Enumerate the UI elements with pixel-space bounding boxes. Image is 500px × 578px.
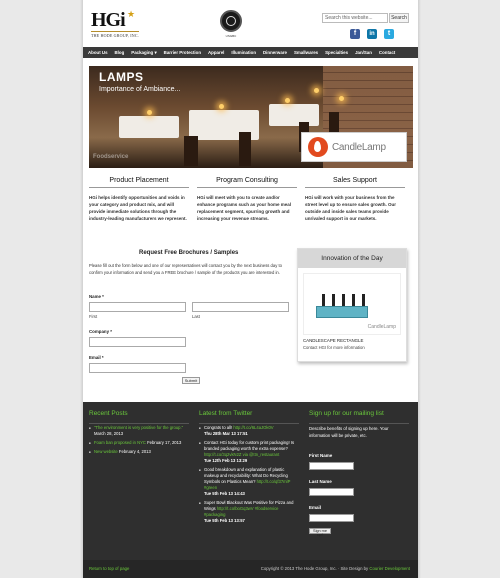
tweet-link[interactable]: http://t.co/6L4aJOk0V — [233, 425, 273, 430]
linkedin-icon[interactable]: in — [367, 29, 377, 39]
tweet-time: Tue 5th Feb 13 13:57 — [204, 518, 245, 523]
post-date: March 28, 2013 — [94, 431, 124, 436]
nav-smallwares[interactable]: Smallwares — [294, 50, 318, 55]
main-nav: About Us Blog Packaging ▾ Barrier Protec… — [83, 47, 418, 58]
candlelamp-logo: CandleLamp — [301, 132, 407, 162]
list-item: New website February 4, 2013 — [89, 449, 189, 455]
tweet-text: Congrats to all! — [204, 425, 234, 430]
tweet-time: Tue 12th Feb 13 13:29 — [204, 458, 248, 463]
usgbc-seal-icon — [220, 10, 242, 32]
column-product-placement: Product Placement HGi helps identify opp… — [89, 177, 189, 222]
last-label: Last — [192, 314, 200, 319]
product-brand-label: CandleLamp — [367, 324, 396, 330]
tweet-time: Tue 5th Feb 13 14:43 — [204, 491, 245, 496]
email-label: Email — [309, 505, 322, 510]
list-item: "The environment is very positive for th… — [89, 425, 189, 437]
email-label: Email * — [89, 355, 104, 360]
page: HGi ★ THE HODE GROUP, INC. USGBC Search … — [83, 0, 418, 578]
column-text: HGi helps identify opportunities and voi… — [89, 195, 187, 221]
first-name-field[interactable] — [89, 302, 186, 312]
hero-caption: Foodservice — [93, 154, 129, 160]
product-image[interactable]: CandleLamp — [303, 273, 401, 335]
list-item: Contact HGi today for custom print packa… — [199, 440, 299, 464]
list-item: Super Bowl Blackout Was Positive for Piz… — [199, 500, 299, 524]
brand-name: CandleLamp — [332, 141, 386, 153]
twitter-feed: Latest from Twitter Congrats to all! htt… — [199, 410, 299, 527]
column-title: Program Consulting — [197, 177, 297, 188]
copyright: Copyright © 2013 The Hode Group, Inc. · … — [261, 566, 410, 571]
list-item: Good breakdown and explanation of plasti… — [199, 467, 299, 497]
email-field[interactable] — [89, 363, 186, 373]
site-logo[interactable]: HGi ★ THE HODE GROUP, INC. — [91, 9, 139, 40]
mailing-list: Sign up for our mailing list Describe be… — [309, 410, 409, 439]
nav-dinnerware[interactable]: Dinnerware — [263, 50, 287, 55]
sign-up-button[interactable]: Sign me up! — [309, 528, 331, 537]
nav-apparel[interactable]: Apparel — [208, 50, 224, 55]
search-input[interactable]: Search this website... — [322, 13, 388, 23]
post-link[interactable]: New website — [94, 449, 118, 454]
flame-icon — [308, 137, 328, 157]
form-title: Request Free Brochures / Samples — [139, 250, 239, 256]
submit-button[interactable]: Submit — [182, 377, 200, 384]
innovation-title: Innovation of the Day — [298, 249, 406, 268]
copyright-text: Copyright © 2013 The Hode Group, Inc. · … — [260, 566, 370, 571]
mailing-text: Describe benefits of signing up here. Yo… — [309, 426, 389, 438]
form-intro: Please fill out the form below and one o… — [89, 263, 282, 275]
twitter-icon[interactable]: t — [384, 29, 394, 39]
post-link[interactable]: Foam ban proposed in NYC — [94, 440, 146, 445]
mailing-last-name-field[interactable] — [309, 488, 354, 496]
nav-jan-san[interactable]: Jan/San — [355, 50, 372, 55]
column-sales-support: Sales Support HGi will work with your bu… — [305, 177, 405, 222]
designer-link[interactable]: Courier Development — [369, 566, 410, 571]
nav-barrier-protection[interactable]: Barrier Protection — [164, 50, 201, 55]
first-label: First — [89, 314, 98, 319]
seal-caption: USGBC — [225, 34, 237, 38]
recent-posts-title: Recent Posts — [89, 410, 128, 417]
facebook-icon[interactable]: f — [350, 29, 360, 39]
company-label: Company * — [89, 329, 112, 334]
last-name-label: Last Name — [309, 479, 332, 484]
recent-posts: Recent Posts "The environment is very po… — [89, 410, 189, 458]
bottom-bar: Return to top of page Copyright © 2013 T… — [83, 560, 418, 578]
nav-blog[interactable]: Blog — [115, 50, 125, 55]
hero-subtitle: Importance of Ambiance... — [99, 86, 181, 93]
product-name: CANDLESCAPE RECTANGLE — [303, 338, 364, 343]
star-icon: ★ — [127, 9, 136, 19]
list-item: Congrats to all! http://t.co/6L4aJOk0VTh… — [199, 425, 299, 437]
post-date: February 4, 2013 — [118, 449, 151, 454]
tweet-link[interactable]: http://t.co/3q2vkN2Z via @ttn_restaurant — [204, 452, 279, 457]
nav-about-us[interactable]: About Us — [88, 50, 108, 55]
nav-illumination[interactable]: Illumination — [231, 50, 256, 55]
innovation-box[interactable]: Innovation of the Day CandleLamp CANDLES… — [297, 248, 407, 362]
product-contact: Contact HGI for more information — [303, 345, 365, 350]
first-name-label: First Name — [309, 453, 333, 458]
hero-title: LAMPS — [99, 70, 144, 84]
twitter-title: Latest from Twitter — [199, 410, 253, 417]
mailing-title: Sign up for our mailing list — [309, 410, 384, 417]
post-date: February 17, 2013 — [147, 440, 182, 445]
company-field[interactable] — [89, 337, 186, 347]
nav-specialties[interactable]: Specialties — [325, 50, 348, 55]
footer: Recent Posts "The environment is very po… — [83, 402, 418, 560]
logo-subtitle: THE HODE GROUP, INC. — [91, 31, 139, 38]
column-title: Product Placement — [89, 177, 189, 188]
mailing-email-field[interactable] — [309, 514, 354, 522]
column-text: HGi will meet with you to create and/or … — [197, 195, 292, 221]
list-item: Foam ban proposed in NYC February 17, 20… — [89, 440, 189, 446]
column-program-consulting: Program Consulting HGi will meet with yo… — [197, 177, 297, 222]
column-title: Sales Support — [305, 177, 405, 188]
last-name-field[interactable] — [192, 302, 289, 312]
back-to-top-link[interactable]: Return to top of page — [89, 566, 129, 571]
column-text: HGi will work with your business from th… — [305, 195, 397, 221]
tweet-time: Thu 28th Mar 13 17:51 — [204, 431, 248, 436]
nav-packaging[interactable]: Packaging ▾ — [131, 50, 156, 56]
tweet-text: Contact HGi today for custom print packa… — [204, 440, 295, 451]
nav-contact[interactable]: Contact — [379, 50, 395, 55]
mailing-first-name-field[interactable] — [309, 462, 354, 470]
search-button[interactable]: Search — [389, 13, 409, 23]
name-label: Name * — [89, 294, 104, 299]
post-link[interactable]: "The environment is very positive for th… — [94, 425, 183, 430]
hero-banner[interactable]: LAMPS Importance of Ambiance... Foodserv… — [89, 66, 413, 168]
